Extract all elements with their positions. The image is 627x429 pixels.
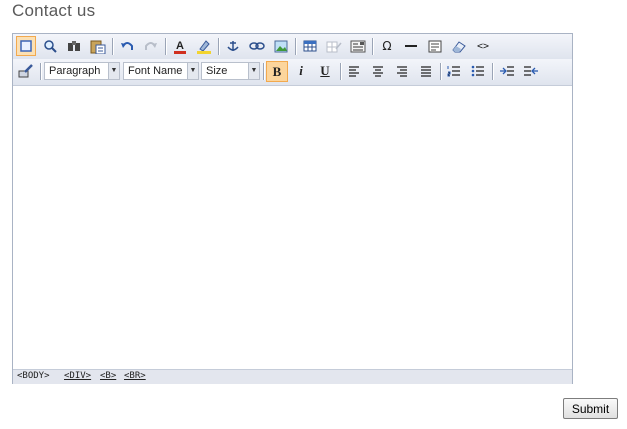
- font-color-icon[interactable]: A: [170, 36, 190, 56]
- toolbar-separator: [440, 63, 442, 80]
- highlight-icon[interactable]: [194, 36, 214, 56]
- anchor-icon[interactable]: [223, 36, 243, 56]
- toolbar-separator: [295, 38, 297, 55]
- indent-icon[interactable]: [497, 61, 517, 81]
- redo-icon[interactable]: [141, 36, 161, 56]
- tag-path-br[interactable]: <BR>: [124, 371, 146, 381]
- toolbar-separator: [263, 63, 265, 80]
- paragraph-format-select[interactable]: Paragraph ▼: [44, 62, 120, 80]
- underline-button[interactable]: U: [315, 61, 335, 81]
- chevron-down-icon: ▼: [248, 63, 259, 79]
- editor-content-area[interactable]: [13, 86, 572, 369]
- horizontal-rule-icon[interactable]: [401, 36, 421, 56]
- paragraph-format-value: Paragraph: [49, 65, 101, 77]
- paste-icon[interactable]: [88, 36, 108, 56]
- italic-button[interactable]: i: [291, 61, 311, 81]
- undo-icon[interactable]: [117, 36, 137, 56]
- align-left-icon[interactable]: [344, 61, 364, 81]
- font-name-value: Font Name: [128, 65, 183, 77]
- align-right-icon[interactable]: [392, 61, 412, 81]
- image-icon[interactable]: [271, 36, 291, 56]
- table-edit-icon[interactable]: [324, 36, 344, 56]
- unordered-list-icon[interactable]: [468, 61, 488, 81]
- chevron-down-icon: ▼: [187, 63, 198, 79]
- tag-path-div[interactable]: <DIV>: [64, 371, 91, 381]
- link-icon[interactable]: [247, 36, 267, 56]
- table-icon[interactable]: [300, 36, 320, 56]
- outdent-icon[interactable]: [521, 61, 541, 81]
- format-painter-icon[interactable]: [16, 61, 36, 81]
- toolbar-separator: [492, 63, 494, 80]
- font-size-value: Size: [206, 65, 228, 77]
- tag-path-body[interactable]: <BODY>: [17, 371, 50, 381]
- justify-icon[interactable]: [416, 61, 436, 81]
- toolbar-separator: [165, 38, 167, 55]
- clean-format-icon[interactable]: [449, 36, 469, 56]
- find-replace-icon[interactable]: [64, 36, 84, 56]
- editor-statusbar: <BODY> <DIV> <B> <BR>: [13, 369, 572, 384]
- font-size-select[interactable]: Size ▼: [201, 62, 260, 80]
- svg-text:A: A: [176, 40, 184, 52]
- toolbar-separator: [218, 38, 220, 55]
- toolbar-separator: [340, 63, 342, 80]
- page-title: Contact us: [12, 1, 96, 20]
- toolbar-separator: [112, 38, 114, 55]
- find-icon[interactable]: [40, 36, 60, 56]
- font-name-select[interactable]: Font Name ▼: [123, 62, 199, 80]
- html-source-icon[interactable]: <>: [473, 36, 493, 56]
- toolbar-separator: [40, 63, 42, 80]
- form-icon[interactable]: [348, 36, 368, 56]
- toolbar-separator: [372, 38, 374, 55]
- chevron-down-icon: ▼: [108, 63, 119, 79]
- bold-button[interactable]: B: [266, 61, 288, 82]
- submit-button[interactable]: Submit: [563, 398, 618, 419]
- ordered-list-icon[interactable]: [444, 61, 464, 81]
- rich-text-editor: A Ω <> Paragraph ▼ Font Name ▼ Size ▼ B …: [12, 33, 573, 384]
- tag-path-b[interactable]: <B>: [100, 371, 116, 381]
- special-char-icon[interactable]: Ω: [377, 36, 397, 56]
- editor-toolbar-top: A Ω <>: [13, 34, 572, 60]
- select-all-icon[interactable]: [16, 36, 36, 56]
- page-properties-icon[interactable]: [425, 36, 445, 56]
- align-center-icon[interactable]: [368, 61, 388, 81]
- editor-toolbar-bottom: Paragraph ▼ Font Name ▼ Size ▼ B i U: [13, 59, 572, 86]
